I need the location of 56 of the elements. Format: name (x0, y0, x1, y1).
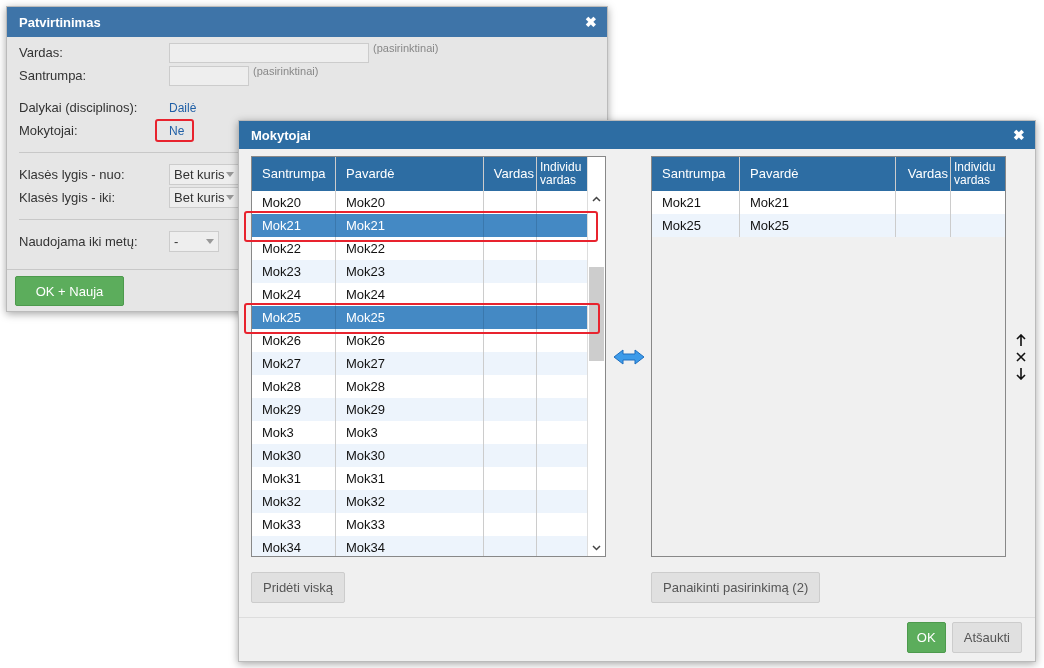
close-button[interactable]: ✖ (1013, 127, 1025, 143)
add-all-button[interactable]: Pridėti viską (251, 572, 346, 603)
select-field[interactable]: Bet kuris (169, 164, 239, 185)
field-label: Klasės lygis - iki: (19, 190, 117, 205)
remove-icon[interactable] (1016, 351, 1026, 362)
up-arrow-icon[interactable] (1016, 333, 1026, 346)
table-row[interactable]: Mok21 Mok21 (652, 191, 1005, 214)
table-row[interactable]: Mok3 Mok3 (252, 421, 587, 444)
hint-text: (pasirinktinai) (253, 65, 319, 77)
close-button[interactable]: ✖ (585, 14, 597, 30)
table-row[interactable]: Mok29 Mok29 (252, 398, 587, 421)
field-label: Mokytojai: (19, 123, 79, 138)
table-row[interactable]: Mok31 Mok31 (252, 467, 587, 490)
table-row[interactable]: Mok23 Mok23 (252, 260, 587, 283)
field-label: Dalykai (disciplinos): (19, 100, 139, 115)
table-row[interactable]: Mok32 Mok32 (252, 490, 587, 513)
table-row[interactable]: Mok25 Mok25 (652, 214, 1005, 237)
table-row[interactable]: Mok22 Mok22 (252, 237, 587, 260)
field-label: Naudojama iki metų: (19, 234, 139, 249)
table-cell: Mok34 (252, 536, 336, 556)
table-row[interactable]: Mok24 Mok24 (252, 283, 587, 306)
table-row[interactable]: Mok25 Mok25 (252, 306, 587, 329)
caret-icon (206, 239, 214, 244)
select-field[interactable]: - (169, 231, 219, 252)
table-row[interactable]: Mok21 Mok21 (252, 214, 587, 237)
value-link[interactable]: Dailė (169, 100, 197, 116)
table-row[interactable]: Mok34 Mok34 (252, 536, 587, 556)
clear-selection-button[interactable]: Panaikinti pasirinkimą (2) (651, 572, 821, 603)
scrollbar[interactable] (587, 157, 605, 556)
table-row[interactable]: Mok26 Mok26 (252, 329, 587, 352)
field-label: Klasės lygis - nuo: (19, 167, 126, 182)
table-row[interactable]: Mok33 Mok33 (252, 513, 587, 536)
text-field[interactable] (169, 42, 369, 63)
double-arrow-icon[interactable] (612, 348, 645, 365)
table-row[interactable]: Mok20 Mok20 (252, 191, 587, 214)
dialog-title: Patvirtinimas (19, 14, 101, 30)
caret-icon (226, 195, 234, 200)
select-field[interactable]: Bet kuris (169, 187, 239, 208)
text-field[interactable] (169, 65, 249, 86)
dialog-title: Mokytojai (251, 127, 311, 143)
down-arrow-icon[interactable] (1016, 367, 1026, 380)
scrollbar-thumb[interactable] (589, 267, 604, 361)
field-label: Santrumpa: (19, 68, 88, 83)
table-row[interactable]: Mok27 Mok27 (252, 352, 587, 375)
chevron-down-icon[interactable] (592, 545, 601, 551)
hint-text: (pasirinktinai) (373, 42, 439, 54)
table-row[interactable]: Mok30 Mok30 (252, 444, 587, 467)
table-cell: Mok25 (740, 214, 896, 237)
caret-icon (226, 172, 234, 177)
field-label: Vardas: (19, 45, 64, 60)
value-link[interactable]: Ne (169, 123, 185, 139)
table-cell: Mok34 (336, 536, 484, 556)
table-cell: Mok25 (652, 214, 740, 237)
table-row[interactable]: Mok28 Mok28 (252, 375, 587, 398)
chevron-up-icon[interactable] (592, 196, 601, 202)
cancel-button[interactable]: Atšaukti (951, 622, 1022, 653)
